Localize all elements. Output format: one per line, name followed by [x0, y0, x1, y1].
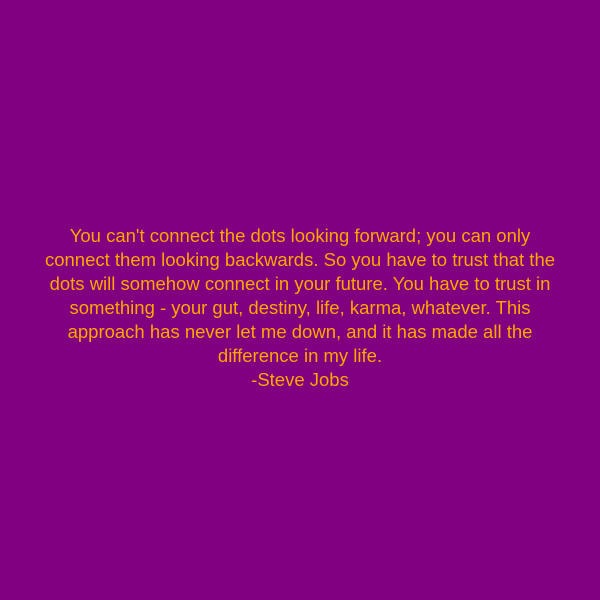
quote-text: You can't connect the dots looking forwa… [0, 224, 600, 392]
quote-line: You can't connect the dots looking forwa… [69, 225, 531, 246]
quote-card: You can't connect the dots looking forwa… [0, 0, 600, 600]
quote-author: -Steve Jobs [251, 369, 349, 390]
quote-line: something - your gut, destiny, life, kar… [69, 297, 531, 318]
quote-line: dots will somehow connect in your future… [49, 273, 551, 294]
quote-line: difference in my life. [217, 345, 383, 366]
quote-line: connect them looking backwards. So you h… [44, 249, 556, 270]
quote-line: approach has never let me down, and it h… [67, 321, 533, 342]
